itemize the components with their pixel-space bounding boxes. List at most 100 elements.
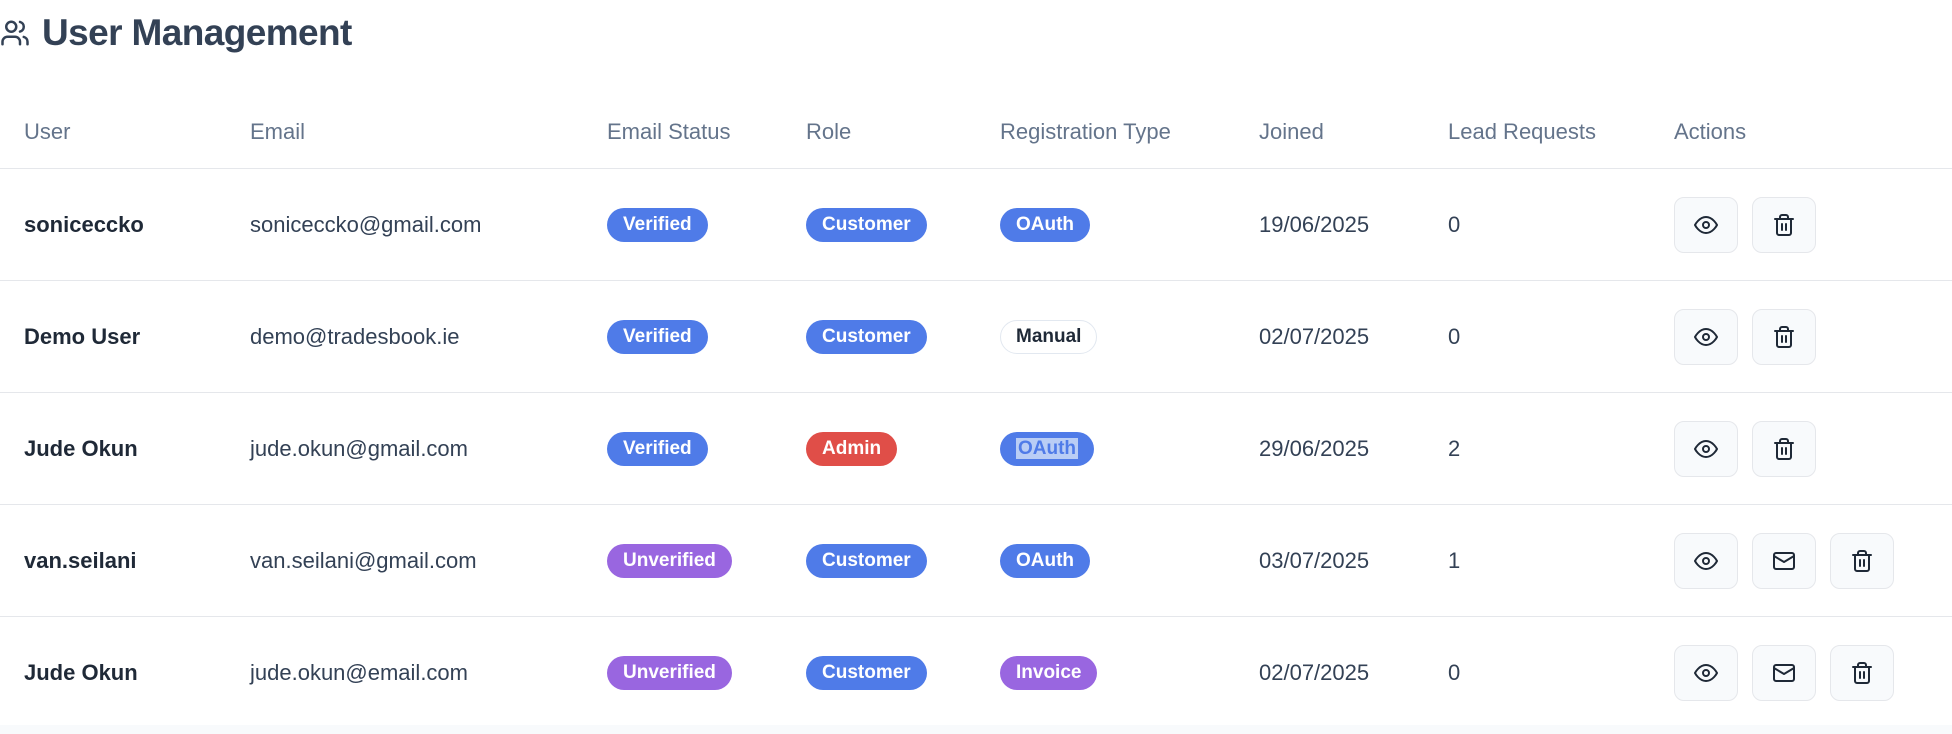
delete-user-button[interactable] bbox=[1752, 420, 1816, 477]
role-cell: Customer bbox=[806, 504, 1000, 617]
users-table: User Email Email Status Role Registration Ty… bbox=[0, 96, 1952, 729]
view-user-button[interactable] bbox=[1674, 420, 1738, 477]
user-email: jude.okun@gmail.com bbox=[250, 392, 607, 505]
actions-cell bbox=[1674, 504, 1952, 617]
registration-type-badge: Invoice bbox=[1000, 655, 1098, 690]
eye-icon bbox=[1694, 661, 1718, 685]
email-status-badge: Unverified bbox=[607, 543, 732, 578]
mail-icon bbox=[1772, 549, 1796, 573]
actions-cell bbox=[1674, 392, 1952, 505]
delete-user-button[interactable] bbox=[1752, 196, 1816, 253]
role-cell: Customer bbox=[806, 280, 1000, 393]
email-status-cell: Unverified bbox=[607, 616, 806, 729]
registration-type-cell: OAuth bbox=[1000, 168, 1259, 281]
actions-cell bbox=[1674, 168, 1952, 281]
table-header: User Email Email Status Role Registration Ty… bbox=[0, 96, 1952, 169]
registration-type-cell: OAuth bbox=[1000, 392, 1259, 505]
role-cell: Customer bbox=[806, 168, 1000, 281]
registration-type-cell: OAuth bbox=[1000, 504, 1259, 617]
lead-requests-count: 1 bbox=[1448, 504, 1674, 617]
page-header: User Management bbox=[0, 10, 352, 56]
user-name: Jude Okun bbox=[0, 616, 250, 729]
column-header-role: Role bbox=[806, 96, 1000, 169]
column-header-email-status: Email Status bbox=[607, 96, 806, 169]
lead-requests-count: 0 bbox=[1448, 280, 1674, 393]
row-actions bbox=[1674, 420, 1952, 477]
email-status-cell: Unverified bbox=[607, 504, 806, 617]
trash-icon bbox=[1850, 661, 1874, 685]
table-row: van.seilani van.seilani@gmail.com Unverifi… bbox=[0, 504, 1952, 617]
joined-date: 03/07/2025 bbox=[1259, 504, 1448, 617]
resend-verification-button[interactable] bbox=[1752, 644, 1816, 701]
actions-cell bbox=[1674, 616, 1952, 729]
user-name: Demo User bbox=[0, 280, 250, 393]
users-table-container: User Email Email Status Role Registration Ty… bbox=[0, 96, 1952, 729]
role-badge: Customer bbox=[806, 319, 927, 354]
email-status-badge: Unverified bbox=[607, 655, 732, 690]
mail-icon bbox=[1772, 661, 1796, 685]
joined-date: 02/07/2025 bbox=[1259, 280, 1448, 393]
role-cell: Admin bbox=[806, 392, 1000, 505]
delete-user-button[interactable] bbox=[1830, 644, 1894, 701]
user-email: demo@tradesbook.ie bbox=[250, 280, 607, 393]
joined-date: 02/07/2025 bbox=[1259, 616, 1448, 729]
column-header-email: Email bbox=[250, 96, 607, 169]
user-name: soniceccko bbox=[0, 168, 250, 281]
email-status-cell: Verified bbox=[607, 392, 806, 505]
row-actions bbox=[1674, 644, 1952, 701]
column-header-lead-requests: Lead Requests bbox=[1448, 96, 1674, 169]
eye-icon bbox=[1694, 437, 1718, 461]
column-header-user: User bbox=[0, 96, 250, 169]
user-name: van.seilani bbox=[0, 504, 250, 617]
registration-type-cell: Invoice bbox=[1000, 616, 1259, 729]
lead-requests-count: 2 bbox=[1448, 392, 1674, 505]
column-header-joined: Joined bbox=[1259, 96, 1448, 169]
user-email: jude.okun@email.com bbox=[250, 616, 607, 729]
eye-icon bbox=[1694, 213, 1718, 237]
email-status-badge: Verified bbox=[607, 207, 708, 242]
role-badge: Admin bbox=[806, 431, 898, 466]
row-actions bbox=[1674, 308, 1952, 365]
trash-icon bbox=[1772, 213, 1796, 237]
lead-requests-count: 0 bbox=[1448, 168, 1674, 281]
eye-icon bbox=[1694, 549, 1718, 573]
table-row: Jude Okun jude.okun@gmail.com Verified Admi… bbox=[0, 392, 1952, 505]
delete-user-button[interactable] bbox=[1752, 308, 1816, 365]
users-icon bbox=[0, 18, 30, 48]
selected-text: OAuth bbox=[1016, 437, 1079, 459]
email-status-cell: Verified bbox=[607, 168, 806, 281]
table-header-row: User Email Email Status Role Registration Ty… bbox=[0, 96, 1952, 169]
lead-requests-count: 0 bbox=[1448, 616, 1674, 729]
table-row: Demo User demo@tradesbook.ie Verified Custo… bbox=[0, 280, 1952, 393]
email-status-badge: Verified bbox=[607, 431, 708, 466]
joined-date: 19/06/2025 bbox=[1259, 168, 1448, 281]
table-body: soniceccko soniceccko@gmail.com Verified Cu… bbox=[0, 168, 1952, 729]
resend-verification-button[interactable] bbox=[1752, 532, 1816, 589]
page-title: User Management bbox=[42, 12, 352, 53]
role-badge: Customer bbox=[806, 655, 927, 690]
table-row: Jude Okun jude.okun@email.com Unverified Cu… bbox=[0, 616, 1952, 729]
joined-date: 29/06/2025 bbox=[1259, 392, 1448, 505]
view-user-button[interactable] bbox=[1674, 196, 1738, 253]
trash-icon bbox=[1772, 437, 1796, 461]
email-status-cell: Verified bbox=[607, 280, 806, 393]
registration-type-badge: Manual bbox=[1000, 319, 1098, 354]
user-management-page: User Management User Email Email Status Rol… bbox=[0, 0, 1952, 734]
role-cell: Customer bbox=[806, 616, 1000, 729]
table-row: soniceccko soniceccko@gmail.com Verified Cu… bbox=[0, 168, 1952, 281]
registration-type-badge: OAuth bbox=[1000, 431, 1095, 466]
trash-icon bbox=[1772, 325, 1796, 349]
view-user-button[interactable] bbox=[1674, 644, 1738, 701]
delete-user-button[interactable] bbox=[1830, 532, 1894, 589]
view-user-button[interactable] bbox=[1674, 308, 1738, 365]
role-badge: Customer bbox=[806, 543, 927, 578]
trash-icon bbox=[1850, 549, 1874, 573]
registration-type-badge: OAuth bbox=[1000, 543, 1091, 578]
column-header-actions: Actions bbox=[1674, 96, 1952, 169]
view-user-button[interactable] bbox=[1674, 532, 1738, 589]
column-header-registration-type: Registration Type bbox=[1000, 96, 1259, 169]
table-footer bbox=[0, 725, 1952, 734]
user-email: soniceccko@gmail.com bbox=[250, 168, 607, 281]
user-name: Jude Okun bbox=[0, 392, 250, 505]
user-email: van.seilani@gmail.com bbox=[250, 504, 607, 617]
